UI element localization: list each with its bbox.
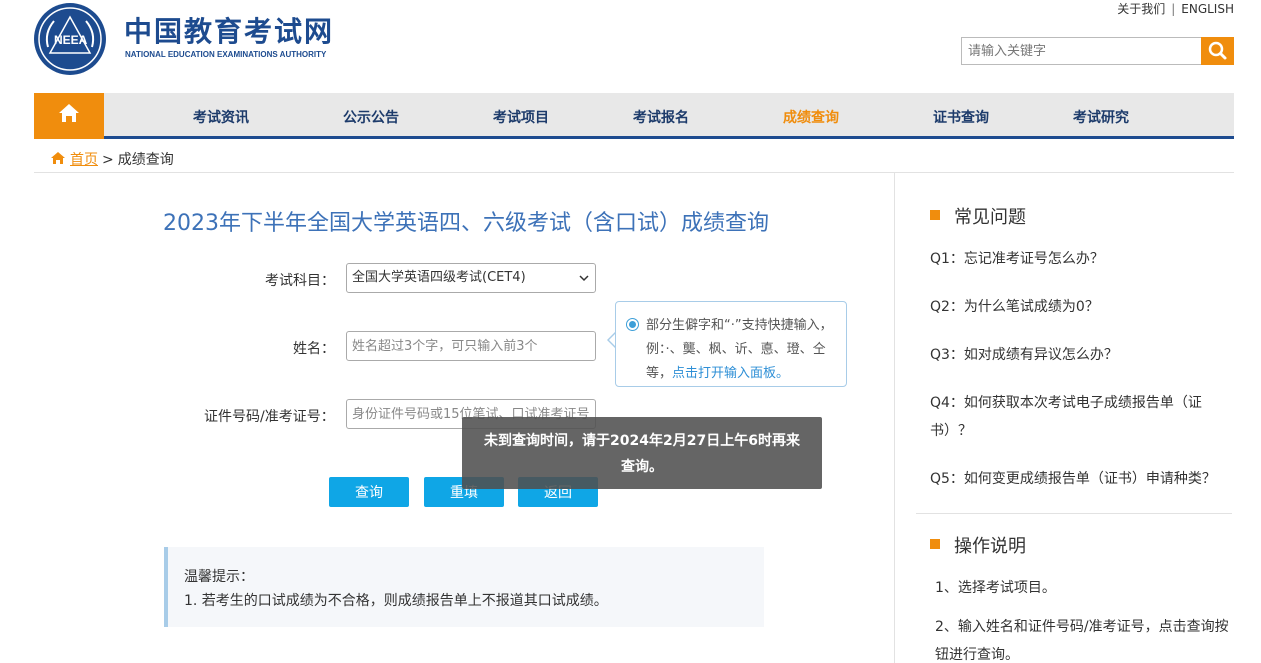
content-divider [34,172,1234,173]
query-button[interactable]: 查询 [329,477,409,507]
notice-title: 温馨提示： [184,569,254,585]
name-label: 姓名： [293,341,335,357]
howto-step: 2、输入姓名和证件号码/准考证号，点击查询按钮进行查询。 [935,619,1229,663]
not-open-toast: 未到查询时间，请于2024年2月27日上午6时再来查询。 [462,417,822,489]
id-label: 证件号码/准考证号： [204,409,335,425]
search-input[interactable] [961,37,1202,65]
neea-logo[interactable]: NEEA [34,3,106,75]
nav-item-score-query[interactable]: 成绩查询 [783,107,839,127]
chevron-down-icon [579,264,589,303]
notice-item: 1. 若考生的口试成绩为不合格，则成绩报告单上不报道其口试成绩。 [184,593,608,609]
tip-radio-icon [626,318,639,331]
search-bar [961,37,1234,65]
breadcrumb-home-link[interactable]: 首页 [70,152,98,168]
sidebar-section-divider [916,513,1232,514]
nav-item-certificate-query[interactable]: 证书查询 [933,107,989,127]
subject-value: 全国大学英语四级考试(CET4) [352,270,526,285]
nav-home-button[interactable] [34,93,104,139]
faq-item[interactable]: Q2：为什么笔试成绩为0？ [930,293,1220,321]
about-link[interactable]: 关于我们 [1117,2,1165,16]
faq-heading: 常见问题 [930,203,1026,229]
howto-heading: 操作说明 [930,532,1026,558]
breadcrumb: 首页 > 成绩查询 [50,149,174,169]
faq-title: 常见问题 [954,207,1026,228]
subject-label: 考试科目： [265,273,335,289]
faq-item[interactable]: Q1：忘记准考证号怎么办？ [930,245,1220,273]
english-link[interactable]: ENGLISH [1181,2,1234,16]
name-input[interactable] [346,331,596,361]
notice-box: 温馨提示： 1. 若考生的口试成绩为不合格，则成绩报告单上不报道其口试成绩。 [164,547,764,627]
site-name[interactable]: 中国教育考试网 [124,10,334,50]
logo-text: NEEA [54,33,88,47]
site-name-en: NATIONAL EDUCATION EXAMINATIONS AUTHORIT… [125,50,327,59]
sidebar-divider [894,173,895,663]
faq-item[interactable]: Q5：如何变更成绩报告单（证书）申请种类？ [930,465,1220,493]
top-links-separator: | [1171,2,1176,16]
search-button[interactable] [1201,37,1234,65]
home-small-icon [51,152,65,164]
main-nav: 考试资讯 公示公告 考试项目 考试报名 成绩查询 证书查询 考试研究 [34,93,1234,139]
subject-select[interactable]: 全国大学英语四级考试(CET4) [346,263,596,293]
howto-step: 1、选择考试项目。 [935,580,1056,596]
nav-item-exam-research[interactable]: 考试研究 [1073,107,1129,127]
home-icon [59,104,79,122]
faq-bullet-icon [930,210,940,220]
breadcrumb-current: 成绩查询 [117,152,174,168]
faq-item[interactable]: Q3：如对成绩有异议怎么办？ [930,341,1220,369]
top-links: 关于我们 | ENGLISH [1117,0,1234,17]
nav-item-announcements[interactable]: 公示公告 [343,107,399,127]
nav-item-exam-projects[interactable]: 考试项目 [493,107,549,127]
howto-bullet-icon [930,539,940,549]
open-input-panel-link[interactable]: 点击打开输入面板。 [672,366,789,381]
nav-item-registration[interactable]: 考试报名 [633,107,689,127]
howto-title: 操作说明 [954,536,1026,557]
breadcrumb-separator: > [102,152,114,168]
special-char-tip: 部分生僻字和“·”支持快捷输入，例：·、龑、枫、䜣、悳、璒、仝等，点击打开输入面… [615,301,847,387]
page-title: 2023年下半年全国大学英语四、六级考试（含口试）成绩查询 [163,211,769,236]
nav-item-exam-news[interactable]: 考试资讯 [193,107,249,127]
search-icon [1208,41,1227,60]
faq-item[interactable]: Q4：如何获取本次考试电子成绩报告单（证书）？ [930,389,1220,445]
